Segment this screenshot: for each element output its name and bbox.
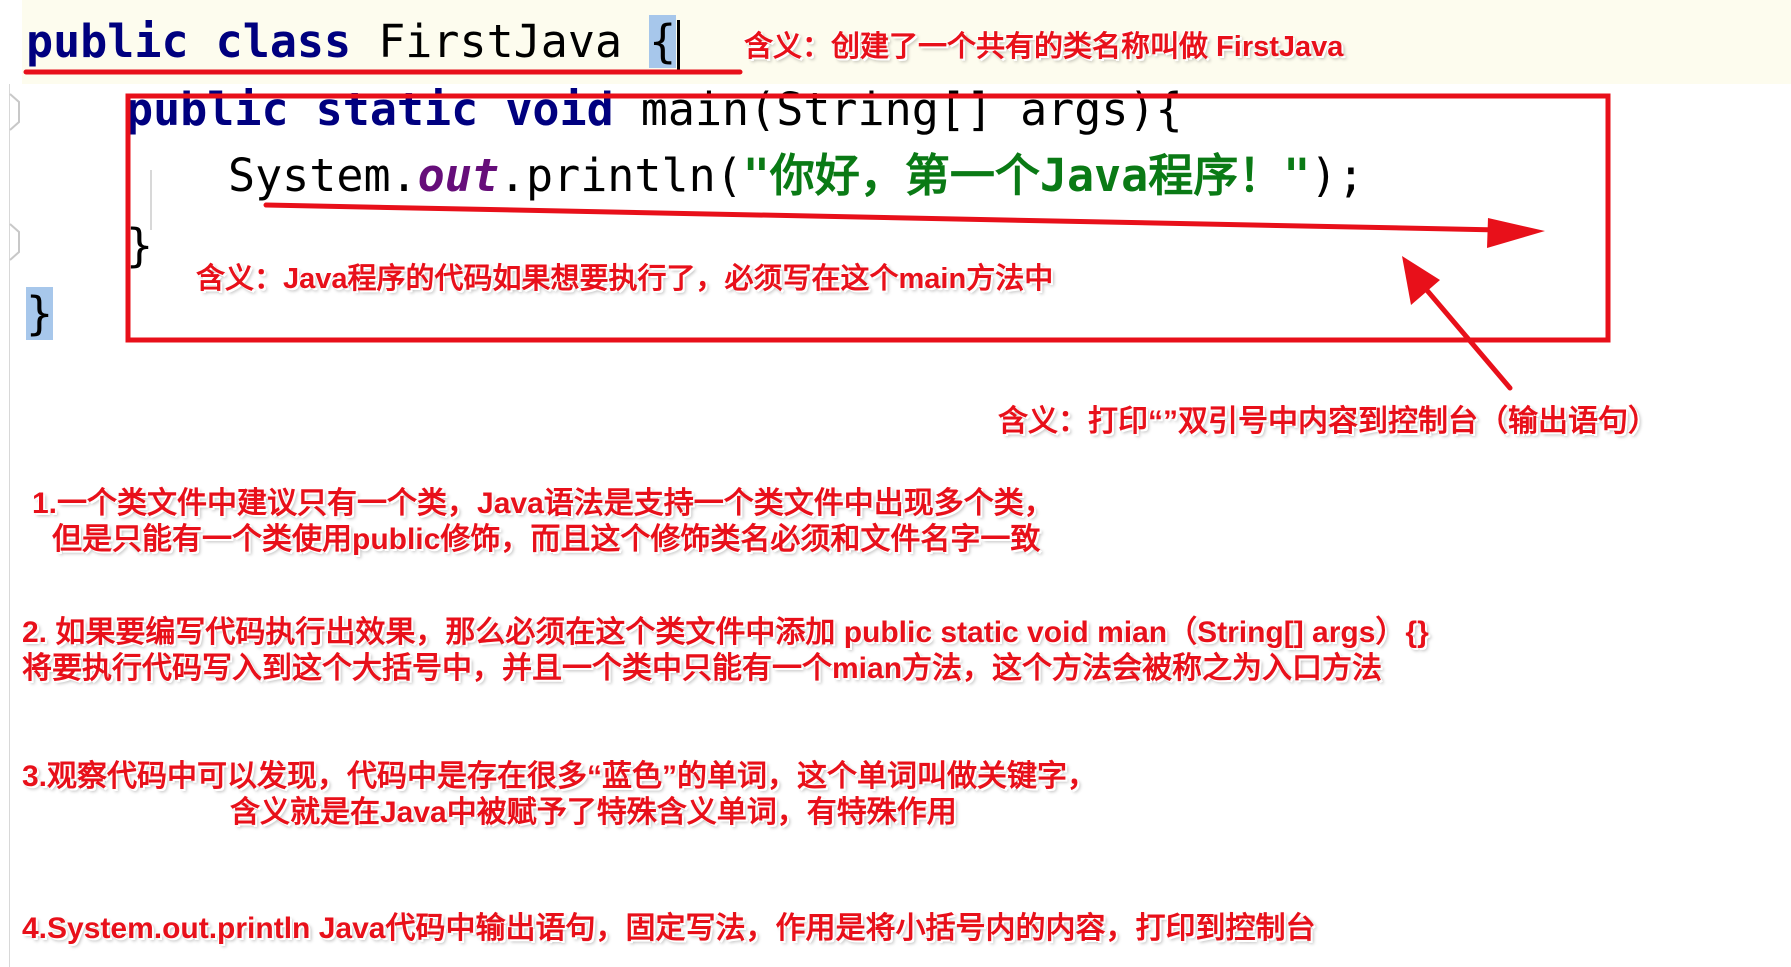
note-1-line-2: 但是只能有一个类使用public修饰，而且这个修饰类名必须和文件名字一致	[52, 523, 1041, 556]
print-meaning-annotation: 含义：打印“”双引号中内容到控制台（输出语句）	[998, 405, 1658, 438]
class-meaning-annotation: 含义：创建了一个共有的类名称叫做 FirstJava	[744, 31, 1344, 63]
main-meaning-annotation: 含义：Java程序的代码如果想要执行了，必须写在这个main方法中	[196, 263, 1054, 295]
note-2-line-2: 将要执行代码写入到这个大括号中，并且一个类中只能有一个mian方法，这个方法会被…	[22, 652, 1383, 685]
note-3-line-1: 3.观察代码中可以发现，代码中是存在很多“蓝色”的单词，这个单词叫做关键字，	[22, 760, 1098, 793]
println-arrowhead-icon	[1487, 218, 1545, 248]
println-underline	[263, 202, 1503, 233]
note-2-line-1: 2. 如果要编写代码执行出效果，那么必须在这个类文件中添加 public sta…	[22, 616, 1429, 649]
note-3-line-2: 含义就是在Java中被赋予了特殊含义单词，有特殊作用	[230, 796, 957, 829]
note-1-line-1: 1.一个类文件中建议只有一个类，Java语法是支持一个类文件中出现多个类，	[32, 487, 1054, 520]
note-4: 4.System.out.println Java代码中输出语句，固定写法，作用…	[22, 912, 1316, 945]
